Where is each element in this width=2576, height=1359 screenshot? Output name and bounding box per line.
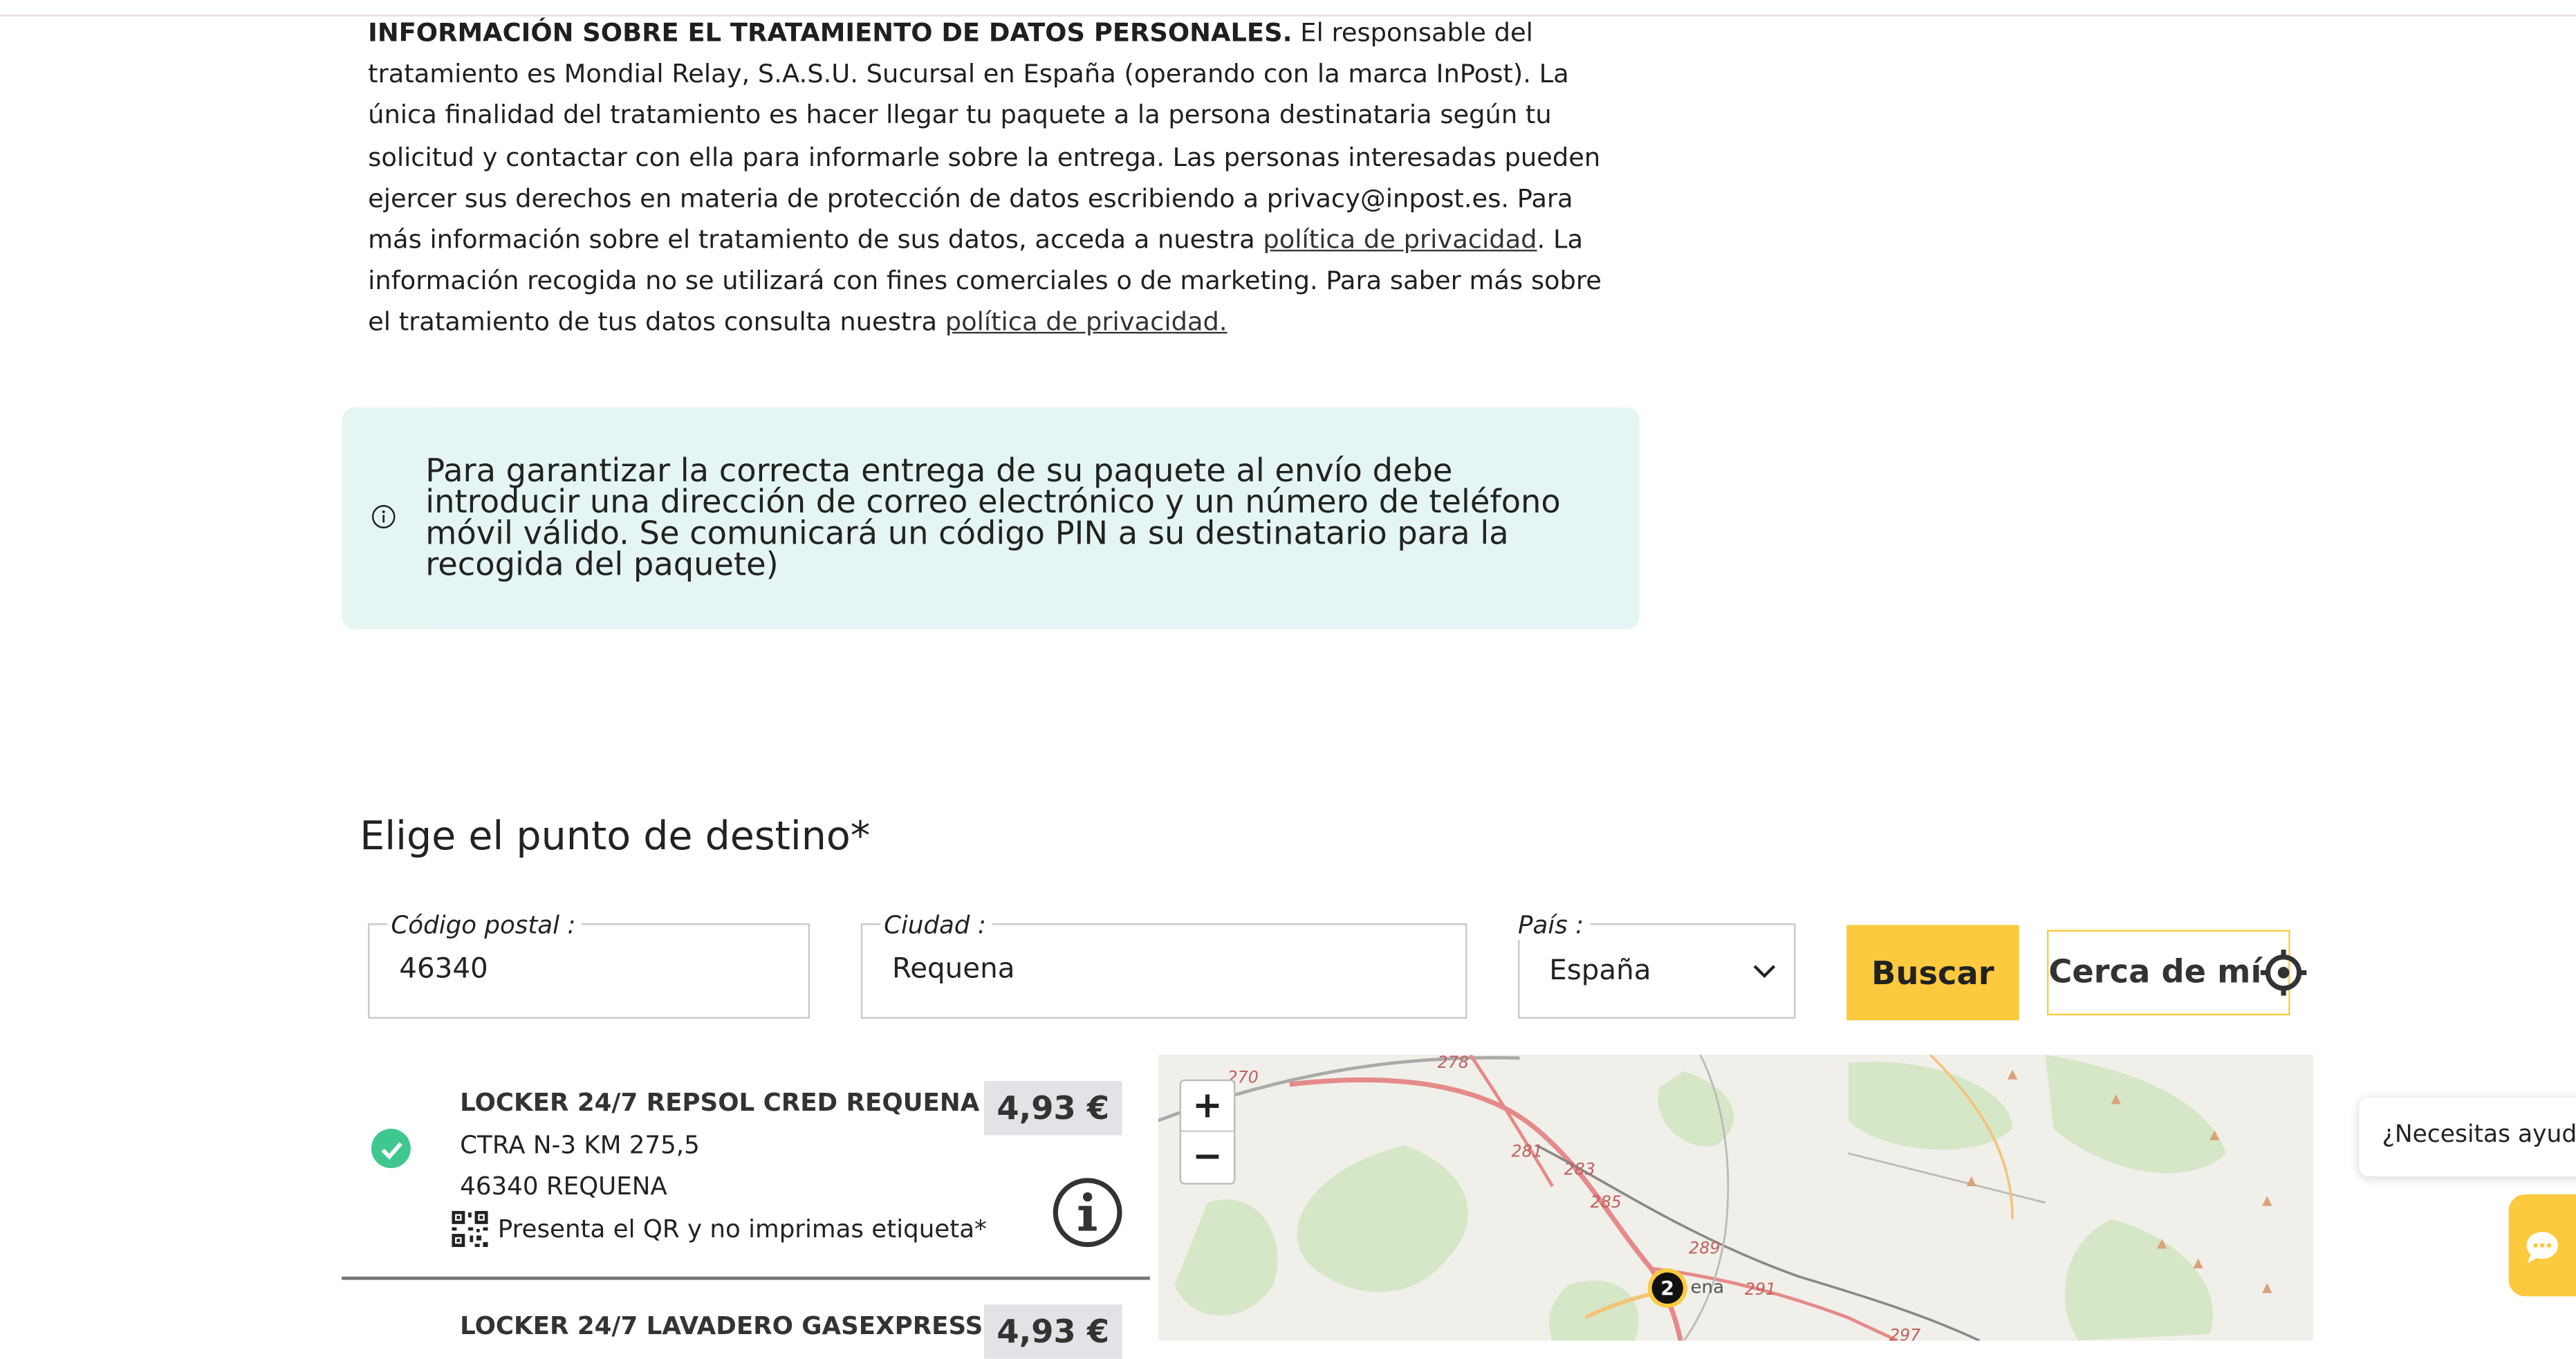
info-icon[interactable]	[1051, 1176, 1124, 1249]
privacy-heading: INFORMACIÓN SOBRE EL TRATAMIENTO DE DATO…	[368, 18, 1292, 48]
km-label: 278	[1438, 1055, 1469, 1072]
map-view[interactable]: 270 278 281 283 285 289 291 297 ena 2	[1158, 1055, 2313, 1341]
help-bubble[interactable]: ¿Necesitas ayuda?	[2359, 1097, 2576, 1176]
qr-note: Presenta el QR y no imprimas etiqueta*	[497, 1214, 987, 1244]
privacy-text-1: El responsable del tratamiento es Mondia…	[368, 18, 1601, 255]
locker-divider	[342, 1276, 1150, 1280]
map-place-label: ena	[1690, 1277, 1724, 1298]
chat-bubble-icon	[2526, 1232, 2558, 1264]
zoom-out-button[interactable]: −	[1181, 1132, 1234, 1181]
help-bubble-text: ¿Necesitas ayuda?	[2382, 1122, 2576, 1149]
map-zoom-control: + −	[1179, 1079, 1236, 1185]
cluster-marker-count: 2	[1660, 1277, 1674, 1300]
qr-code-icon	[452, 1210, 488, 1248]
locker-list-item[interactable]: LOCKER 24/7 LAVADERO GASEXPRESS 4,93 €	[342, 1291, 1150, 1359]
locker-city: 46340 REQUENA	[460, 1171, 667, 1201]
selected-check-icon[interactable]	[371, 1129, 411, 1169]
locker-price: 4,93 €	[983, 1081, 1122, 1136]
delivery-notice-box: Para garantizar la correcta entrega de s…	[342, 407, 1640, 629]
locker-name: LOCKER 24/7 LAVADERO GASEXPRESS	[460, 1311, 983, 1341]
km-label: 281	[1512, 1141, 1543, 1161]
km-label: 285	[1591, 1192, 1622, 1212]
postal-code-input[interactable]	[399, 952, 750, 986]
locate-target-icon	[2260, 950, 2307, 996]
km-label: 291	[1745, 1279, 1776, 1299]
locker-name: LOCKER 24/7 REPSOL CRED REQUENA	[460, 1087, 980, 1118]
privacy-policy-link-2[interactable]: política de privacidad.	[945, 308, 1227, 338]
destination-section-title: Elige el punto de destino*	[360, 813, 871, 860]
near-me-label: Cerca de mí	[2048, 952, 2262, 991]
city-input[interactable]	[891, 952, 1375, 986]
km-label: 283	[1564, 1160, 1595, 1179]
zoom-in-button[interactable]: +	[1181, 1081, 1234, 1130]
privacy-notice: INFORMACIÓN SOBRE EL TRATAMIENTO DE DATO…	[368, 13, 1616, 344]
near-me-button[interactable]: Cerca de mí	[2046, 930, 2307, 1016]
locker-list-item[interactable]: LOCKER 24/7 REPSOL CRED REQUENA CTRA N-3…	[342, 1068, 1150, 1273]
locker-address: CTRA N-3 KM 275,5	[460, 1130, 700, 1161]
chevron-down-icon	[1753, 965, 1776, 979]
postal-code-label: Código postal :	[387, 910, 582, 940]
search-button[interactable]: Buscar	[1846, 925, 2019, 1021]
km-label: 297	[1889, 1325, 1920, 1340]
privacy-policy-link-1[interactable]: política de privacidad	[1263, 225, 1537, 255]
chat-launcher-button[interactable]	[2508, 1194, 2576, 1297]
city-label: Ciudad :	[880, 910, 993, 940]
country-label: País :	[1514, 910, 1591, 940]
km-label: 289	[1689, 1239, 1720, 1258]
map-tiles[interactable]: 270 278 281 283 285 289 291 297 ena 2	[1158, 1055, 2313, 1341]
locker-price: 4,93 €	[983, 1304, 1122, 1359]
country-select-value: España	[1549, 954, 1651, 988]
info-circle-icon	[371, 505, 396, 528]
delivery-notice-text: Para garantizar la correcta entrega de s…	[425, 452, 1561, 584]
